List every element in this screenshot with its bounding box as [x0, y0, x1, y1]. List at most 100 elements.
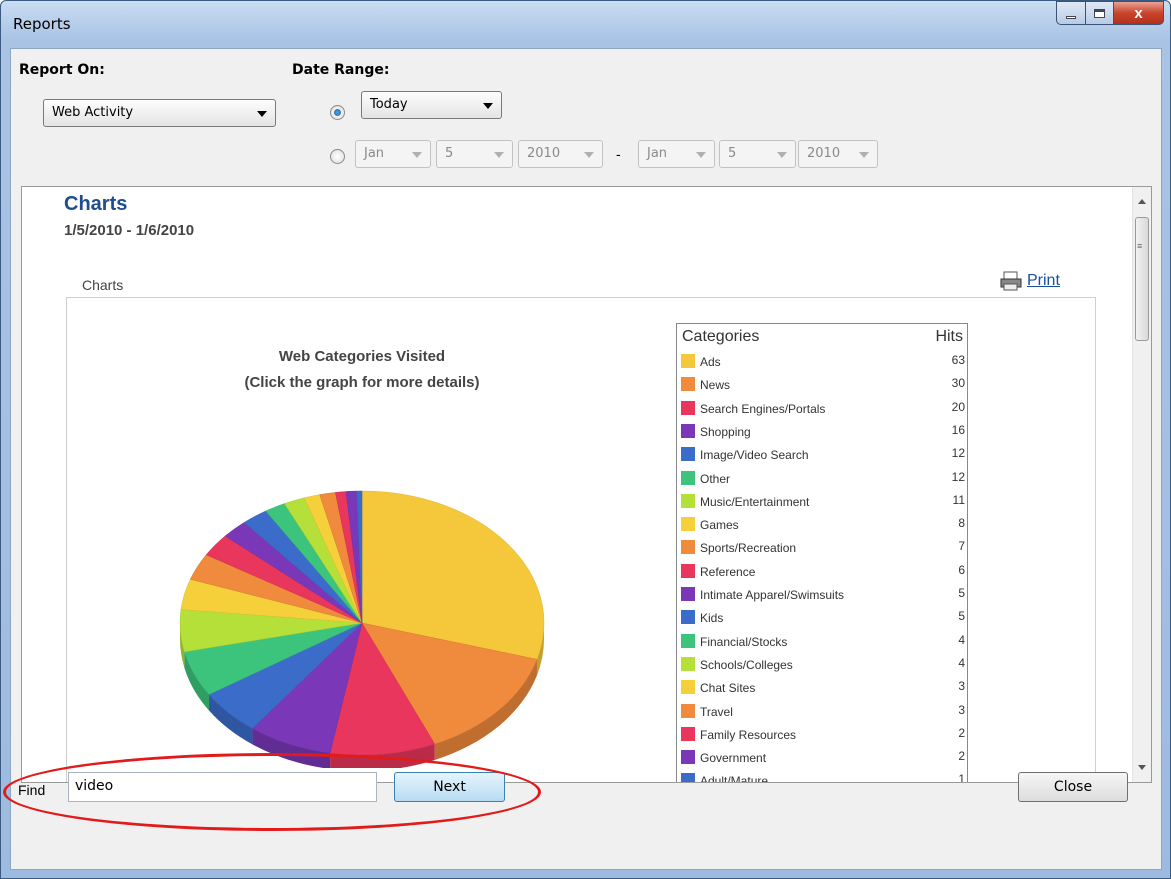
legend-category: Ads — [700, 355, 721, 369]
to-day-value: 5 — [728, 146, 737, 161]
legend-swatch — [681, 447, 695, 462]
legend-swatch — [681, 423, 695, 438]
maximize-icon — [1094, 8, 1105, 18]
from-month-select[interactable]: Jan — [355, 140, 431, 168]
legend-swatch — [681, 470, 695, 485]
legend-item: Family Resources 2 — [681, 723, 965, 745]
date-range-label: Date Range: — [292, 62, 390, 78]
legend-hits: 5 — [958, 609, 965, 624]
minimize-icon — [1066, 15, 1076, 19]
legend-swatch — [681, 493, 695, 508]
chevron-down-icon — [483, 103, 493, 109]
legend-item: Adult/Mature 1 — [681, 769, 965, 783]
legend-item: Other 12 — [681, 467, 965, 489]
window-title: Reports — [13, 15, 71, 33]
legend-swatch — [681, 703, 695, 718]
chevron-down-icon — [412, 152, 422, 158]
report-on-value: Web Activity — [52, 105, 134, 120]
legend-category: Search Engines/Portals — [700, 401, 826, 416]
to-month-select[interactable]: Jan — [638, 140, 715, 168]
legend-swatch — [681, 354, 695, 368]
legend-item: Intimate Apparel/Swimsuits 5 — [681, 583, 965, 605]
legend-item: Image/Video Search 12 — [681, 443, 965, 465]
legend-hits: 2 — [958, 725, 965, 740]
preset-range-radio[interactable] — [330, 105, 345, 120]
legend-hits: 16 — [951, 422, 965, 437]
legend-item: Kids 5 — [681, 606, 965, 628]
grip-icon: ≡ — [1137, 241, 1143, 251]
legend-item: Travel 3 — [681, 700, 965, 722]
preset-range-value: Today — [370, 97, 408, 112]
legend-hits: 12 — [951, 446, 965, 461]
legend-category: Other — [700, 471, 731, 486]
maximize-button[interactable] — [1086, 1, 1114, 25]
to-day-select[interactable]: 5 — [719, 140, 796, 168]
chart-area: Web Categories Visited (Click the graph … — [66, 297, 1096, 783]
window-close-button[interactable]: x — [1114, 1, 1164, 25]
highlight-annotation — [3, 753, 541, 831]
print-link[interactable]: Print — [999, 271, 1060, 291]
legend-swatch — [681, 680, 695, 695]
report-content[interactable]: Charts 1/5/2010 - 1/6/2010 Charts Print … — [21, 186, 1152, 783]
legend-swatch — [681, 563, 695, 578]
close-button[interactable]: Close — [1018, 772, 1128, 802]
from-year-select[interactable]: 2010 — [518, 140, 603, 168]
minimize-button[interactable] — [1056, 1, 1086, 25]
legend-category: Schools/Colleges — [700, 657, 793, 672]
to-year-select[interactable]: 2010 — [798, 140, 878, 168]
from-day-select[interactable]: 5 — [436, 140, 513, 168]
report-on-select[interactable]: Web Activity — [43, 99, 276, 127]
to-year-value: 2010 — [807, 146, 841, 161]
legend-value-header: Hits — [935, 328, 963, 345]
report-on-label: Report On: — [19, 62, 105, 78]
title-bar[interactable]: Reports x — [1, 1, 1170, 47]
custom-range-radio[interactable] — [330, 149, 345, 164]
printer-icon — [1000, 271, 1022, 291]
pie-chart[interactable] — [67, 298, 657, 768]
close-icon: x — [1134, 4, 1143, 22]
print-label: Print — [1027, 272, 1060, 289]
legend-item: News 30 — [681, 373, 965, 395]
legend-category: Family Resources — [700, 727, 797, 742]
legend-hits: 8 — [958, 516, 965, 531]
legend-item: Sports/Recreation 7 — [681, 536, 965, 558]
chevron-down-icon — [257, 111, 267, 117]
legend-hits: 4 — [958, 632, 965, 647]
legend-swatch — [681, 773, 695, 782]
legend-swatch — [681, 377, 695, 392]
legend-category: Reference — [700, 564, 756, 579]
legend-category: Travel — [700, 704, 733, 719]
legend-swatch — [681, 656, 695, 671]
legend-hits: 63 — [951, 353, 965, 367]
section-title: Charts — [82, 277, 124, 293]
legend-swatch — [681, 633, 695, 648]
scroll-down-icon[interactable] — [1138, 765, 1146, 770]
dialog-client: Report On: Web Activity Date Range: Toda… — [10, 48, 1162, 870]
from-month-value: Jan — [364, 146, 385, 161]
legend-swatch — [681, 610, 695, 625]
from-year-value: 2010 — [527, 146, 561, 161]
legend-category: Adult/Mature — [700, 774, 769, 783]
legend-category: Chat Sites — [700, 681, 756, 696]
legend-category: News — [700, 378, 731, 393]
legend-item: Schools/Colleges 4 — [681, 653, 965, 675]
legend-swatch — [681, 750, 695, 765]
page-title: Charts — [64, 193, 128, 215]
scroll-thumb[interactable] — [1135, 217, 1149, 341]
legend-hits: 30 — [951, 376, 965, 391]
legend-hits: 4 — [958, 655, 965, 670]
legend-category: Music/Entertainment — [700, 494, 810, 509]
legend-swatch — [681, 587, 695, 601]
legend-category: Intimate Apparel/Swimsuits — [700, 588, 845, 602]
legend-swatch — [681, 540, 695, 555]
chevron-down-icon — [696, 152, 706, 158]
vertical-scrollbar[interactable]: ≡ — [1132, 187, 1151, 782]
legend-swatch — [681, 400, 695, 415]
legend-item: Reference 6 — [681, 560, 965, 582]
scroll-up-icon[interactable] — [1138, 199, 1146, 204]
legend-hits: 1 — [958, 772, 965, 783]
preset-range-select[interactable]: Today — [361, 91, 502, 119]
legend-category: Games — [700, 518, 739, 533]
range-separator: - — [616, 146, 621, 162]
legend-item: Games 8 — [681, 513, 965, 535]
